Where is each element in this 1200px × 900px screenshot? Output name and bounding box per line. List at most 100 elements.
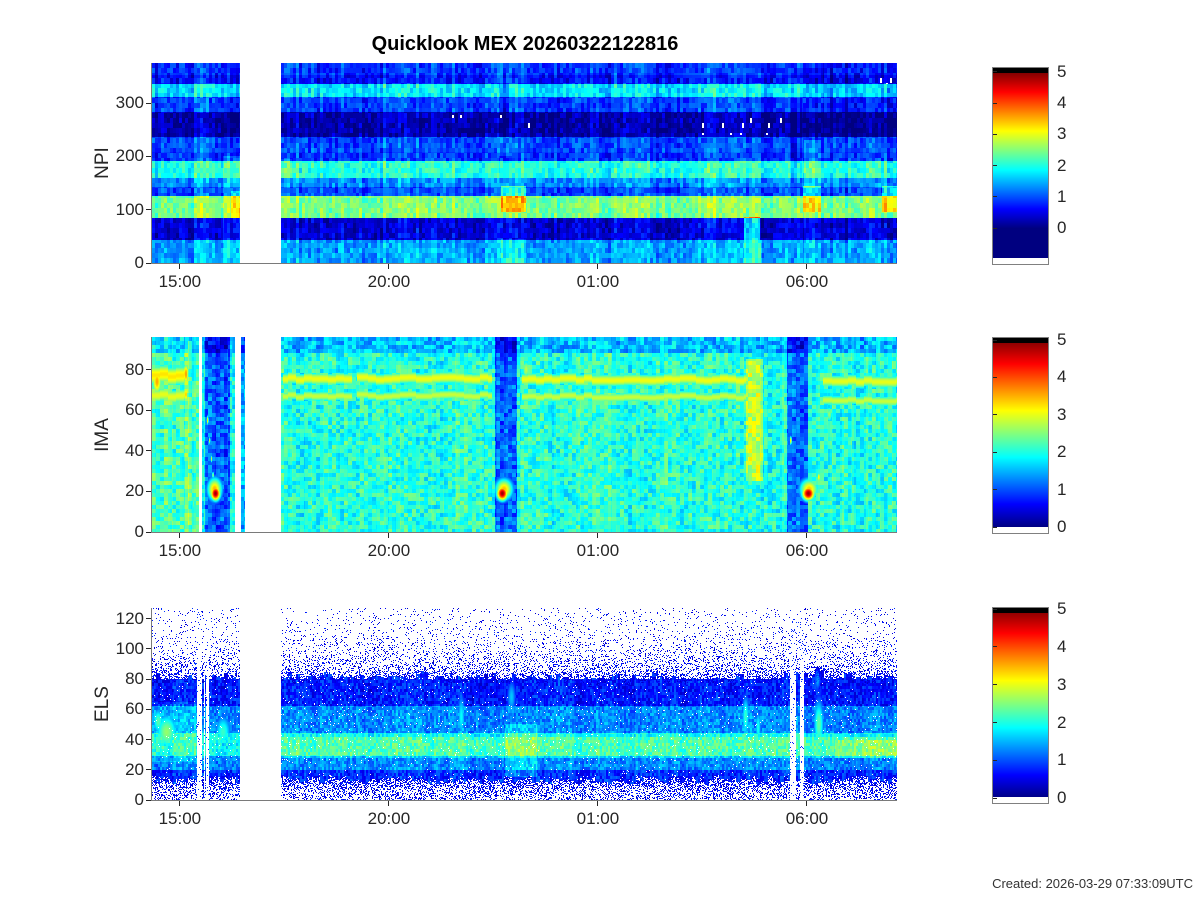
y-tick-label: 80: [125, 359, 144, 379]
colorbar-tick-label: 4: [1057, 636, 1067, 656]
y-tick-label: 0: [134, 790, 144, 809]
x-tick-mark: [388, 264, 390, 269]
npi-bottom-spine: [151, 263, 897, 264]
colorbar-tick-label: 2: [1057, 712, 1067, 732]
y-tick-mark: [146, 678, 151, 680]
colorbar-tick-mark: [993, 71, 997, 73]
y-tick-label: 60: [125, 699, 144, 719]
colorbar-tick-label: 2: [1057, 155, 1067, 175]
x-tick-label: 01:00: [576, 541, 620, 560]
x-tick-mark: [179, 533, 181, 538]
colorbar-tick-label: 0: [1057, 788, 1067, 808]
x-tick-label: 06:00: [785, 272, 829, 291]
colorbar-tick-mark: [993, 451, 997, 453]
y-tick-mark: [146, 769, 151, 771]
x-tick-mark: [597, 533, 599, 538]
npi-left-spine: [151, 63, 152, 264]
y-tick-label: 60: [125, 400, 144, 420]
y-tick-mark: [146, 799, 151, 801]
colorbar-tick-label: 3: [1057, 404, 1067, 424]
y-tick-mark: [146, 490, 151, 492]
colorbar-tick-label: 1: [1057, 750, 1067, 770]
colorbar-tick-mark: [993, 797, 997, 799]
figure-title: Quicklook MEX 20260322122816: [371, 33, 679, 55]
colorbar-tick-mark: [993, 227, 997, 229]
colorbar-frame: [992, 607, 1049, 804]
colorbar-tick-mark: [993, 414, 997, 416]
y-tick-label: 100: [115, 199, 144, 219]
x-tick-label: 20:00: [367, 272, 411, 291]
x-tick-label: 01:00: [576, 272, 620, 291]
y-tick-label: 0: [134, 253, 144, 272]
colorbar-tick-mark: [993, 376, 997, 378]
y-tick-label: 120: [115, 608, 144, 628]
colorbar-frame: [992, 67, 1049, 265]
colorbar-tick-mark: [993, 526, 997, 528]
els-left-spine: [151, 608, 152, 801]
y-tick-mark: [146, 209, 151, 211]
created-timestamp: Created: 2026-03-29 07:33:09UTC: [992, 876, 1193, 891]
ima-left-spine: [151, 337, 152, 533]
x-tick-label: 06:00: [785, 809, 829, 828]
y-tick-mark: [146, 450, 151, 452]
x-tick-label: 15:00: [158, 809, 202, 828]
colorbar-tick-label: 0: [1057, 517, 1067, 536]
quicklook-figure: Quicklook MEX 20260322122816 NPI IMA ELS…: [0, 0, 1200, 900]
colorbar-tick-label: 5: [1057, 61, 1067, 81]
x-tick-mark: [388, 533, 390, 538]
y-tick-mark: [146, 102, 151, 104]
x-tick-mark: [597, 801, 599, 806]
colorbar-tick-mark: [993, 722, 997, 724]
colorbar-tick-label: 1: [1057, 479, 1067, 499]
colorbar-tick-label: 5: [1057, 330, 1067, 349]
ima-spectrogram-canvas: [152, 337, 897, 532]
colorbar-tick-mark: [993, 759, 997, 761]
colorbar-tick-label: 2: [1057, 442, 1067, 462]
x-tick-label: 20:00: [367, 809, 411, 828]
y-tick-label: 200: [115, 146, 144, 166]
colorbar-tick-mark: [993, 196, 997, 198]
x-tick-mark: [179, 801, 181, 806]
colorbar-tick-label: 3: [1057, 124, 1067, 144]
y-tick-label: 40: [125, 440, 144, 460]
y-tick-label: 300: [115, 93, 144, 112]
x-tick-mark: [179, 264, 181, 269]
colorbar-tick-mark: [993, 608, 997, 610]
colorbar-tick-label: 4: [1057, 93, 1067, 113]
colorbar-frame: [992, 337, 1049, 534]
colorbar-tick-label: 5: [1057, 599, 1067, 619]
x-tick-mark: [806, 801, 808, 806]
npi-spectrogram-canvas: [152, 63, 897, 263]
colorbar-tick-mark: [993, 646, 997, 648]
colorbar-tick-mark: [993, 102, 997, 104]
y-tick-label: 100: [115, 638, 144, 658]
x-tick-mark: [806, 264, 808, 269]
x-tick-mark: [597, 264, 599, 269]
colorbar-tick-mark: [993, 684, 997, 686]
y-tick-mark: [146, 155, 151, 157]
colorbar-tick-label: 0: [1057, 218, 1067, 237]
colorbar-tick-label: 3: [1057, 674, 1067, 694]
colorbar-tick-mark: [993, 133, 997, 135]
y-tick-label: 20: [125, 759, 144, 779]
x-tick-label: 15:00: [158, 272, 202, 291]
colorbar-tick-mark: [993, 339, 997, 341]
x-tick-label: 01:00: [576, 809, 620, 828]
els-spectrogram-canvas: [152, 608, 897, 800]
y-tick-mark: [146, 618, 151, 620]
y-tick-mark: [146, 409, 151, 411]
y-tick-mark: [146, 262, 151, 264]
els-bottom-spine: [151, 800, 897, 801]
x-tick-mark: [806, 533, 808, 538]
y-tick-label: 0: [134, 522, 144, 541]
y-tick-label: 40: [125, 729, 144, 749]
colorbar-tick-mark: [993, 489, 997, 491]
y-tick-mark: [146, 648, 151, 650]
y-tick-mark: [146, 708, 151, 710]
y-tick-label: 80: [125, 669, 144, 689]
ima-bottom-spine: [151, 532, 897, 533]
x-tick-label: 06:00: [785, 541, 829, 560]
colorbar-tick-label: 1: [1057, 186, 1067, 206]
x-tick-mark: [388, 801, 390, 806]
y-tick-mark: [146, 531, 151, 533]
